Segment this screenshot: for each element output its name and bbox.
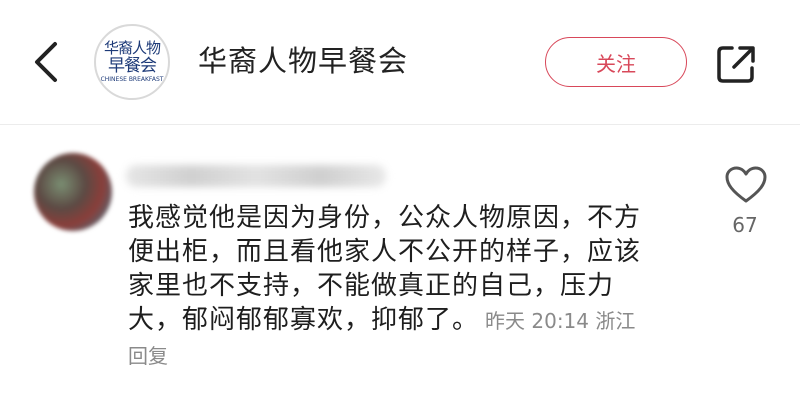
like-count: 67 <box>732 213 758 237</box>
like-button[interactable] <box>722 163 770 207</box>
account-logo[interactable]: 华裔人物 早餐会 CHINESE BREAKFAST <box>94 24 170 100</box>
follow-button[interactable]: 关注 <box>545 37 687 87</box>
chevron-left-icon <box>35 42 57 82</box>
comment-item: 我感觉他是因为身份，公众人物原因，不方便出柜，而且看他家人不公开的样子，应该家里… <box>0 125 800 418</box>
account-name[interactable]: 华裔人物早餐会 <box>198 42 408 80</box>
heart-outline-icon <box>725 166 767 203</box>
comment-location: 浙江 <box>595 309 636 333</box>
top-bar: 华裔人物 早餐会 CHINESE BREAKFAST 华裔人物早餐会 关注 <box>0 0 800 125</box>
logo-text-middle: 早餐会 <box>108 56 157 76</box>
comment-body[interactable]: 我感觉他是因为身份，公众人物原因，不方便出柜，而且看他家人不公开的样子，应该家里… <box>128 201 658 373</box>
username-blurred <box>126 165 386 187</box>
back-button[interactable] <box>22 38 70 86</box>
comment-time: 昨天 20:14 <box>485 309 590 333</box>
logo-text-top: 华裔人物 <box>103 39 161 57</box>
share-external-icon <box>717 46 755 83</box>
avatar[interactable] <box>34 153 112 231</box>
reply-button[interactable]: 回复 <box>128 344 168 368</box>
logo-text-bottom: CHINESE BREAKFAST <box>100 76 164 83</box>
share-button[interactable] <box>712 40 760 88</box>
